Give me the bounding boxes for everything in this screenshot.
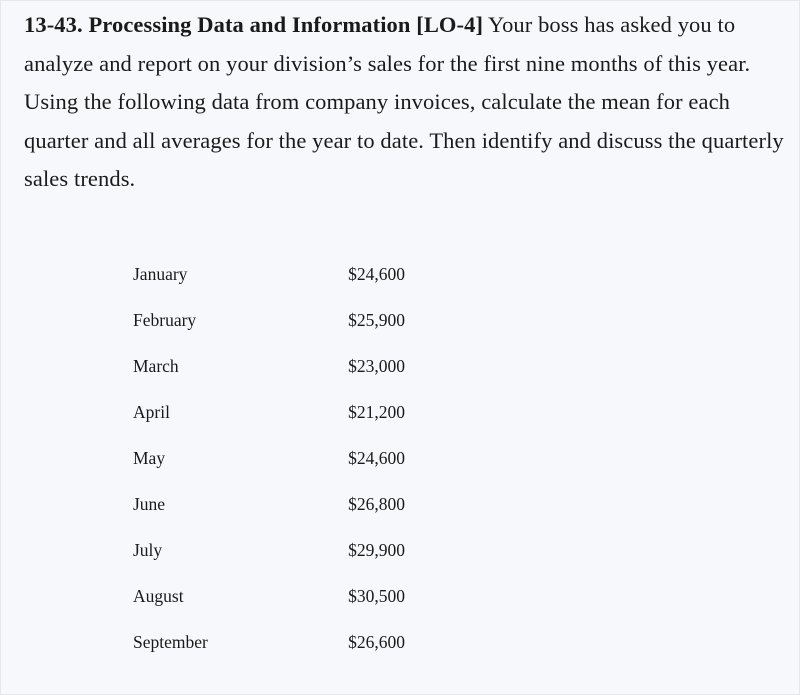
month-label: April xyxy=(133,402,170,422)
sales-amount: $24,600 xyxy=(348,264,405,284)
sales-amount: $26,800 xyxy=(348,494,405,514)
month-label: June xyxy=(133,494,166,514)
month-label: February xyxy=(133,310,197,330)
table-row: May $24,600 xyxy=(133,444,405,490)
sales-amount: $26,600 xyxy=(348,632,405,652)
month-label: September xyxy=(133,632,208,652)
month-label: July xyxy=(133,540,163,560)
problem-statement: 13-43. Processing Data and Information [… xyxy=(24,6,784,199)
sales-amount: $25,900 xyxy=(348,310,405,330)
problem-heading: 13-43. Processing Data and Information [… xyxy=(24,12,484,37)
table-row: June $26,800 xyxy=(133,490,405,536)
sales-amount: $21,200 xyxy=(348,402,405,422)
table-row: March $23,000 xyxy=(133,352,405,398)
table-row: February $25,900 xyxy=(133,306,405,352)
table-row: September $26,600 xyxy=(133,628,405,674)
sales-amount: $24,600 xyxy=(348,448,405,468)
table-row: April $21,200 xyxy=(133,398,405,444)
table-row: July $29,900 xyxy=(133,536,405,582)
table-row: August $30,500 xyxy=(133,582,405,628)
sales-table: January $24,600 February $25,900 March $23,… xyxy=(133,260,405,674)
sales-amount: $29,900 xyxy=(348,540,405,560)
sales-amount: $23,000 xyxy=(348,356,405,376)
month-label: August xyxy=(133,586,184,606)
problem-body: Your boss has asked you to analyze and r… xyxy=(24,12,784,191)
table-row: January $24,600 xyxy=(133,260,405,306)
sales-amount: $30,500 xyxy=(348,586,405,606)
month-label: March xyxy=(133,356,179,376)
month-label: January xyxy=(133,264,188,284)
month-label: May xyxy=(133,448,166,468)
